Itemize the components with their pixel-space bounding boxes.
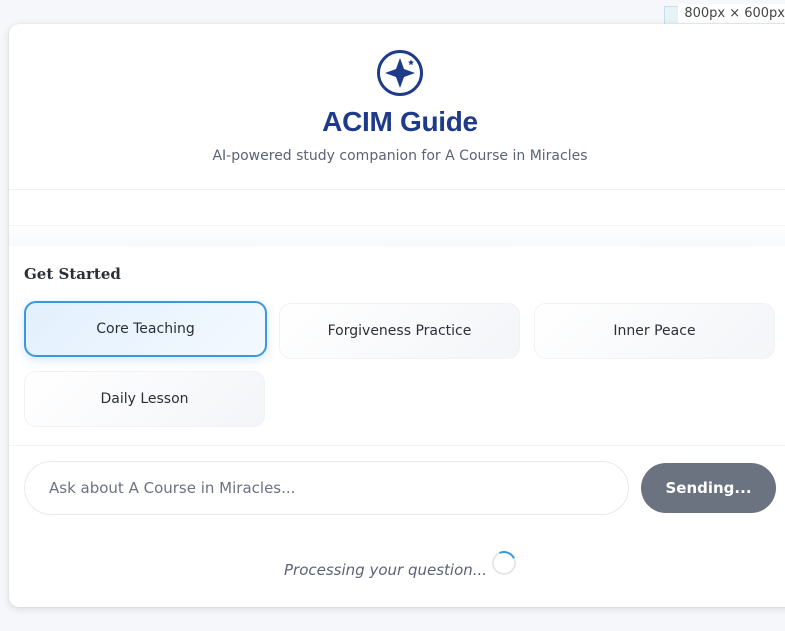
processing-status: Processing your question... [284,561,488,579]
app-header: ACIM Guide AI-powered study companion fo… [9,24,785,190]
composer-divider [9,445,785,446]
loading-spinner-icon [488,547,520,579]
app-title: ACIM Guide [322,106,478,137]
viewport-size-label: 800px × 600px [678,4,785,23]
topic-chip-inner-peace[interactable]: Inner Peace [534,303,775,359]
topic-chip-label: Inner Peace [613,323,696,339]
topic-chip-core-teaching[interactable]: Core Teaching [24,301,267,357]
messages-area [9,226,785,246]
topic-chip-label: Forgiveness Practice [327,323,472,339]
question-input[interactable] [24,461,629,515]
compass-star-icon [377,50,423,96]
topic-chip-label: Core Teaching [96,321,195,337]
topic-chip-label: Daily Lesson [100,391,189,407]
topic-chip-daily-lesson[interactable]: Daily Lesson [24,371,265,427]
send-button[interactable]: Sending... [641,463,776,513]
get-started-heading: Get Started [24,265,121,283]
header-divider [9,189,785,190]
chat-card: ACIM Guide AI-powered study companion fo… [9,24,785,607]
topic-chip-forgiveness-practice[interactable]: Forgiveness Practice [279,303,520,359]
app-subtitle: AI-powered study companion for A Course … [212,148,588,164]
